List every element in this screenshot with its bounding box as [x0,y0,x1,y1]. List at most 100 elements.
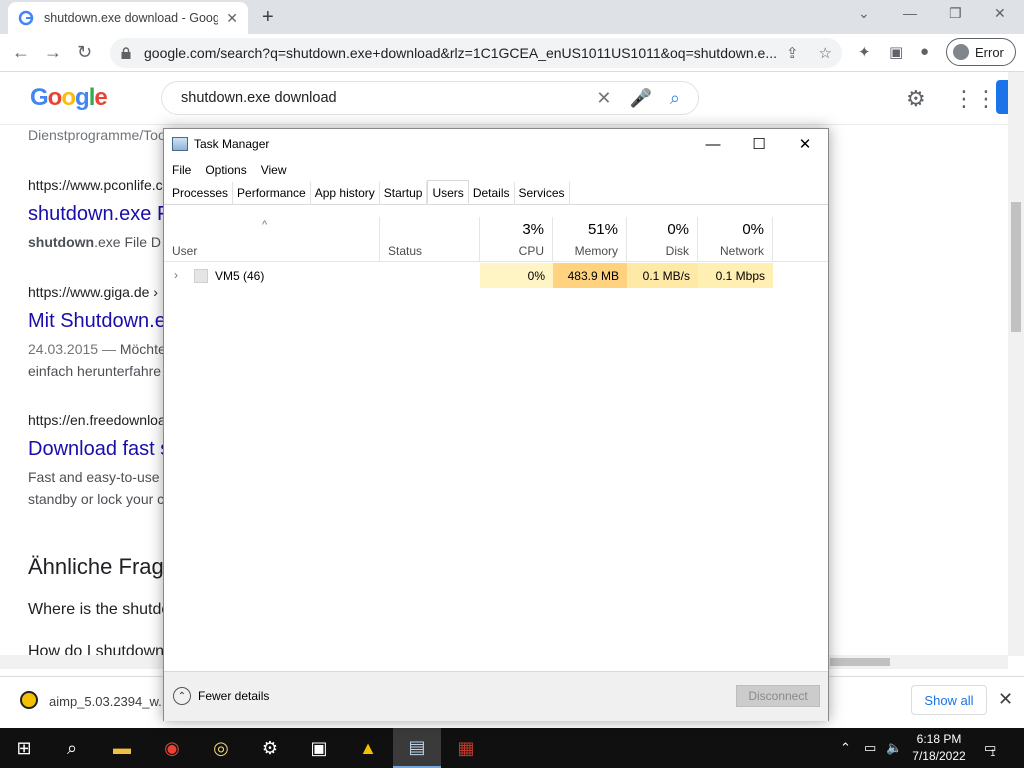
share-icon[interactable]: ⇪ [786,44,799,62]
row-disk: 0.1 MB/s [627,263,698,288]
result-cite[interactable]: https://en.freedownloa [28,412,166,428]
aimp-icon[interactable]: ▲ [344,728,392,768]
task-manager-icon [172,137,188,151]
related-questions-heading: Ähnliche Frag [28,554,164,579]
bookmark-star-icon[interactable]: ☆ [819,44,832,62]
close-downloads-icon[interactable]: ✕ [998,689,1013,710]
tm-tabs: Processes Performance App history Startu… [164,180,828,205]
volume-icon[interactable]: 🔈 [886,728,902,768]
back-icon[interactable]: ← [12,42,30,63]
column-disk-label: Disk [665,244,689,258]
chrome-icon[interactable]: ◉ [148,728,196,768]
page-vertical-scrollbar[interactable] [1008,72,1024,656]
taskbar-clock[interactable]: 6:18 PM 7/18/2022 [906,731,972,765]
clear-search-icon[interactable]: ✕ [596,88,611,109]
snippet-rest: File D [120,234,162,250]
column-network[interactable]: 0% Network [698,217,773,262]
sign-in-button[interactable] [996,80,1008,114]
reload-icon[interactable]: ↻ [77,42,92,63]
collapse-up-icon[interactable]: ⌃ [173,687,191,705]
column-status-label: Status [388,244,423,258]
voice-search-icon[interactable]: 🎤 [629,88,651,109]
tab-startup[interactable]: Startup [380,182,428,205]
expand-chevron-icon[interactable]: › [174,268,178,282]
menu-file[interactable]: File [172,163,191,177]
winrar-icon[interactable]: ▦ [442,728,490,768]
download-item[interactable]: aimp_5.03.2394_w.... [49,694,173,709]
table-row[interactable]: › VM5 (46) 0% 483.9 MB 0.1 MB/s 0.1 Mbps [164,263,828,288]
apps-grid-icon[interactable]: ⋮⋮ [953,86,997,112]
menu-view[interactable]: View [261,163,287,177]
disconnect-button[interactable]: Disconnect [736,685,820,707]
start-windows-icon[interactable]: ⊞ [0,728,48,768]
notification-count: 1 [990,748,996,758]
tab-app-history[interactable]: App history [311,182,380,205]
screen: shutdown.exe download - Googl ✕ + ⌄ — ❐ … [0,0,1024,768]
google-favicon-icon [18,10,34,26]
settings-app-icon[interactable]: ⚙ [246,728,294,768]
tab-processes[interactable]: Processes [168,182,234,205]
tm-minimize-icon[interactable]: — [690,133,736,155]
tm-maximize-icon[interactable]: ☐ [736,133,782,155]
tab-search-icon[interactable]: ⌄ [858,5,870,22]
side-panel-icon[interactable]: ▣ [889,43,903,61]
column-disk[interactable]: 0% Disk [627,217,698,262]
search-icon[interactable]: ⌕ [670,88,680,109]
notification-center-icon[interactable]: ▭ 1 [984,728,996,768]
media-player-icon[interactable]: ◎ [197,728,245,768]
fewer-details-link[interactable]: Fewer details [198,689,269,703]
related-question[interactable]: How do I shutdown [28,643,164,655]
result-cite[interactable]: https://www.pconlife.co [28,177,170,193]
row-cpu: 0% [480,263,553,288]
tray-chevron-icon[interactable]: ⌃ [840,728,851,768]
result-title[interactable]: Download fast s [28,438,170,461]
taskbar-search-icon[interactable]: ⌕ [48,728,96,768]
tab-performance[interactable]: Performance [233,182,311,205]
file-explorer-icon[interactable]: ▬ [98,728,146,768]
aimp-file-icon [20,691,38,709]
google-logo[interactable]: Google [30,84,108,112]
task-manager-taskbar-icon[interactable]: ▤ [393,728,441,768]
tab-details[interactable]: Details [469,182,515,205]
scrollbar-thumb[interactable] [1011,202,1021,332]
tab-services[interactable]: Services [515,182,570,205]
tm-close-icon[interactable]: ✕ [782,133,828,155]
result-title[interactable]: Mit Shutdown.e [28,310,166,333]
search-query[interactable]: shutdown.exe download [181,90,596,106]
forward-icon[interactable]: → [44,42,62,63]
settings-gear-icon[interactable]: ⚙ [906,86,926,112]
result-snippet: Dienstprogramme/Too [28,127,166,143]
show-all-button[interactable]: Show all [911,685,987,715]
tab-title: shutdown.exe download - Googl [44,11,219,25]
network-icon[interactable]: ▭ [864,728,876,768]
minimize-icon[interactable]: — [903,5,917,21]
address-bar[interactable]: google.com/search?q=shutdown.exe+downloa… [110,38,842,68]
task-manager-window: Task Manager — ☐ ✕ File Options View Pro… [163,128,829,721]
close-window-icon[interactable]: ✕ [994,5,1006,22]
column-memory[interactable]: 51% Memory [553,217,627,262]
extensions-icon[interactable]: ✦ [858,43,871,61]
scrollbar-thumb[interactable] [830,658,890,666]
seven-zip-icon[interactable]: ▣ [295,728,343,768]
menu-options[interactable]: Options [205,163,246,177]
result-cite[interactable]: https://www.giga.de › [28,284,158,300]
tab-close-icon[interactable]: ✕ [226,10,238,27]
column-status[interactable]: Status [380,217,480,262]
tab-users[interactable]: Users [427,180,469,204]
column-cpu[interactable]: 3% CPU [480,217,553,262]
related-question[interactable]: Where is the shutdo [28,601,170,619]
profile-icon[interactable]: ● [920,43,929,60]
cpu-total: 3% [522,221,544,238]
snippet-ext: .exe [94,234,121,250]
result-title[interactable]: shutdown.exe F [28,203,169,226]
column-user[interactable]: ^ User [164,217,380,262]
row-memory: 483.9 MB [553,263,627,288]
restore-icon[interactable]: ❐ [949,5,962,22]
sort-caret-icon: ^ [262,219,268,231]
result-snippet: shutdown.exe File D [28,234,161,250]
task-manager-titlebar[interactable]: Task Manager — ☐ ✕ [164,129,828,159]
new-tab-icon[interactable]: + [262,6,274,29]
google-search-box[interactable]: shutdown.exe download ✕ 🎤 ⌕ [161,81,699,115]
browser-tab[interactable]: shutdown.exe download - Googl ✕ [8,2,248,34]
profile-error-button[interactable]: Error [946,38,1016,66]
